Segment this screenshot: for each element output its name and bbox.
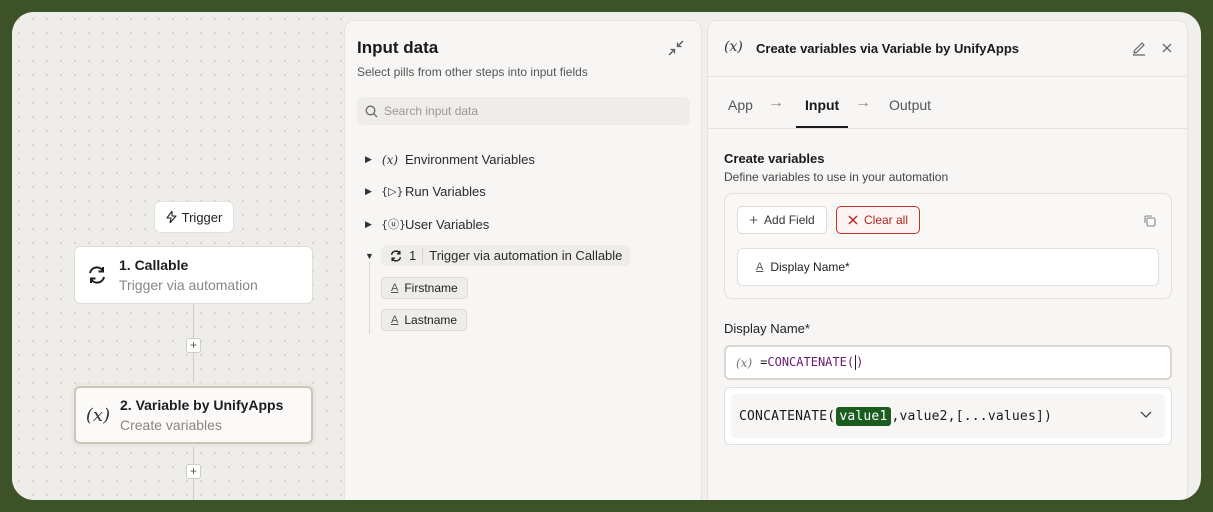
tree-item-user-variables[interactable]: ▶ {ⓤ} User Variables bbox=[365, 216, 489, 232]
add-field-label: Add Field bbox=[764, 213, 815, 227]
variable-icon: (x) bbox=[381, 152, 399, 167]
active-argument: value1 bbox=[836, 406, 891, 426]
close-icon bbox=[848, 215, 858, 225]
refresh-icon bbox=[75, 264, 119, 286]
chevron-down-icon[interactable] bbox=[1139, 407, 1153, 421]
add-step-button[interactable]: + bbox=[186, 338, 201, 353]
caret-right-icon[interactable]: ▶ bbox=[365, 154, 375, 165]
node-subtitle: Trigger via automation bbox=[119, 277, 258, 293]
arrow-right-icon: → bbox=[855, 94, 871, 111]
display-name-formula-input[interactable]: (x) =CONCATENATE() bbox=[724, 345, 1172, 380]
field-pill-label: Firstname bbox=[404, 281, 458, 295]
search-box[interactable] bbox=[357, 97, 690, 125]
formula-icon: (x) bbox=[736, 355, 753, 370]
panel-title: Input data bbox=[357, 38, 439, 57]
search-icon bbox=[365, 105, 378, 117]
field-pill-lastname[interactable]: A Lastname bbox=[381, 309, 468, 331]
collapse-icon[interactable] bbox=[667, 39, 685, 57]
text-type-icon: A bbox=[756, 261, 764, 273]
caret-right-icon[interactable]: ▶ bbox=[365, 186, 375, 197]
caret-right-icon[interactable]: ▶ bbox=[365, 219, 375, 230]
step-number: 1 bbox=[409, 248, 424, 263]
section-title: Create variables bbox=[724, 151, 825, 166]
formula-text: =CONCATENATE() bbox=[760, 355, 864, 370]
tree-item-trigger-step[interactable]: ▼ 1 Trigger via automation in Callable bbox=[365, 245, 631, 266]
section-subtitle: Define variables to use in your automati… bbox=[724, 170, 949, 184]
user-variables-icon: {ⓤ} bbox=[381, 218, 406, 231]
trigger-step-chip[interactable]: 1 Trigger via automation in Callable bbox=[381, 245, 631, 266]
tab-app[interactable]: App bbox=[728, 97, 753, 113]
panel-header: (x) Create variables via Variable by Uni… bbox=[708, 21, 1187, 77]
workflow-canvas[interactable]: Trigger + + 1. Callable Trigger via auto… bbox=[12, 12, 344, 500]
close-icon[interactable] bbox=[1159, 40, 1175, 56]
copy-icon[interactable] bbox=[1143, 214, 1157, 228]
field-chip-label: Display Name* bbox=[770, 260, 850, 274]
add-field-button[interactable]: + Add Field bbox=[737, 206, 827, 234]
tab-output[interactable]: Output bbox=[889, 97, 931, 113]
tree-item-label: Environment Variables bbox=[405, 152, 535, 167]
tree-item-label: User Variables bbox=[405, 216, 490, 232]
clear-all-button[interactable]: Clear all bbox=[836, 206, 920, 234]
search-input[interactable] bbox=[384, 104, 664, 118]
step-node-callable[interactable]: 1. Callable Trigger via automation bbox=[74, 246, 313, 304]
title-app: Variable by UnifyApps bbox=[881, 41, 1020, 56]
lightning-icon bbox=[166, 211, 177, 223]
input-data-panel: Input data Select pills from other steps… bbox=[344, 20, 702, 500]
variable-icon: (x) bbox=[724, 39, 743, 55]
trigger-button[interactable]: Trigger bbox=[154, 201, 234, 233]
panel-subtitle: Select pills from other steps into input… bbox=[357, 65, 588, 79]
clear-all-label: Clear all bbox=[863, 213, 908, 227]
display-name-field-chip[interactable]: A Display Name* bbox=[737, 248, 1159, 286]
trigger-label: Trigger bbox=[181, 209, 223, 225]
field-pill-firstname[interactable]: A Firstname bbox=[381, 277, 468, 299]
step-config-panel: (x) Create variables via Variable by Uni… bbox=[707, 20, 1188, 500]
tree-branch-line bbox=[369, 262, 370, 334]
text-type-icon: A bbox=[391, 282, 399, 294]
step-label: Trigger via automation in Callable bbox=[429, 248, 623, 263]
edit-icon[interactable] bbox=[1131, 40, 1147, 56]
refresh-icon bbox=[390, 249, 402, 262]
tab-input[interactable]: Input bbox=[805, 97, 839, 113]
active-tab-indicator bbox=[796, 126, 848, 128]
fields-container: + Add Field Clear all A Display Name* bbox=[724, 193, 1172, 299]
run-variables-icon: {▷} bbox=[381, 185, 404, 198]
step-tabs: App → Input → Output bbox=[708, 77, 1187, 129]
tree-item-environment-variables[interactable]: ▶ (x) Environment Variables bbox=[365, 152, 535, 167]
text-type-icon: A bbox=[391, 314, 399, 326]
title-prefix: Create variables via bbox=[756, 41, 882, 56]
tree-item-run-variables[interactable]: ▶ {▷} Run Variables bbox=[365, 184, 486, 199]
function-signature-hint: CONCATENATE(value1 ,value2,[...values]) bbox=[724, 387, 1172, 445]
add-step-button[interactable]: + bbox=[186, 464, 201, 479]
field-pill-label: Lastname bbox=[404, 313, 458, 327]
display-name-label: Display Name* bbox=[724, 321, 810, 336]
node-subtitle: Create variables bbox=[120, 417, 222, 433]
step-node-variable[interactable]: (x) 2. Variable by UnifyApps Create vari… bbox=[74, 386, 313, 444]
tree-item-label: Run Variables bbox=[405, 184, 486, 199]
panel-title: Create variables via Variable by UnifyAp… bbox=[756, 41, 1019, 56]
signature-text: CONCATENATE(value1 ,value2,[...values]) bbox=[731, 394, 1165, 438]
plus-icon: + bbox=[749, 211, 759, 229]
arrow-right-icon: → bbox=[768, 94, 784, 111]
variable-icon: (x) bbox=[85, 404, 111, 426]
node-title: 1. Callable bbox=[119, 257, 189, 273]
node-title: 2. Variable by UnifyApps bbox=[120, 397, 284, 413]
caret-down-icon[interactable]: ▼ bbox=[365, 251, 375, 261]
app-frame: Trigger + + 1. Callable Trigger via auto… bbox=[12, 12, 1201, 500]
